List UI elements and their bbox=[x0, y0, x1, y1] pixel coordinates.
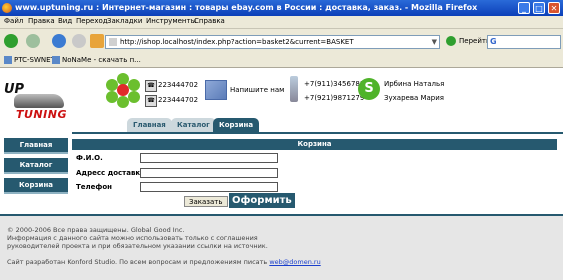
order-button[interactable]: Заказать bbox=[184, 196, 228, 207]
window-title: www.uptuning.ru : Интернет-магазин : тов… bbox=[15, 3, 478, 12]
usage-notice: Информация с данного сайта можно использ… bbox=[7, 234, 258, 242]
bookmark-icon bbox=[52, 56, 60, 64]
checkout-button[interactable]: Оформить bbox=[229, 193, 295, 208]
phone-label: Телефон bbox=[76, 183, 112, 191]
url-dropdown-icon[interactable]: ▼ bbox=[432, 36, 437, 48]
logo-bottom-text: TUNING bbox=[16, 108, 67, 121]
sidebar-item-home[interactable]: Главная bbox=[4, 138, 68, 154]
phone-number: +7(921)9871279 bbox=[304, 94, 365, 102]
phone-number: +7(911)3456781 bbox=[304, 80, 365, 88]
menu-help[interactable]: Справка bbox=[194, 17, 225, 25]
tab-catalog[interactable]: Каталог bbox=[171, 118, 216, 132]
fullname-label: Ф.И.О. bbox=[76, 154, 103, 162]
reload-icon[interactable] bbox=[52, 34, 66, 48]
icq-number: 223444702 bbox=[158, 96, 199, 104]
bookmark-label: NoNaMe - скачать п... bbox=[62, 56, 141, 64]
site-logo[interactable]: UP TUNING bbox=[4, 82, 70, 126]
go-icon bbox=[446, 36, 456, 46]
copyright-text: © 2000-2006 Все права защищены. Global G… bbox=[7, 226, 185, 234]
window-titlebar: www.uptuning.ru : Интернет-магазин : тов… bbox=[0, 0, 563, 16]
stop-icon[interactable] bbox=[72, 34, 86, 48]
sidebar-item-cart[interactable]: Корзина bbox=[4, 178, 68, 194]
icq-number: 223444702 bbox=[158, 81, 199, 89]
menu-bar: Файл Правка Вид Переход Закладки Инструм… bbox=[0, 16, 563, 29]
footer: © 2000-2006 Все права защищены. Global G… bbox=[0, 214, 563, 280]
developer-note: Сайт разработан Konford Studio. По всем … bbox=[7, 258, 321, 266]
google-search-icon: G bbox=[490, 37, 497, 46]
menu-bookmarks[interactable]: Закладки bbox=[107, 17, 142, 25]
sidebar-item-catalog[interactable]: Каталог bbox=[4, 158, 68, 174]
skype-icon[interactable]: S bbox=[358, 78, 380, 100]
bookmark-icon bbox=[4, 56, 12, 64]
car-icon bbox=[14, 94, 64, 108]
sidebar: Главная Каталог Корзина bbox=[4, 138, 68, 198]
tab-underline bbox=[72, 132, 563, 134]
menu-edit[interactable]: Правка bbox=[28, 17, 55, 25]
back-icon[interactable] bbox=[4, 34, 18, 48]
bookmarks-bar: PTC-SWNET NoNaMe - скачать п... bbox=[0, 55, 563, 68]
contact-name: Ирбина Наталья bbox=[384, 80, 445, 88]
menu-tools[interactable]: Инструменты bbox=[146, 17, 196, 25]
icq-flower-icon bbox=[106, 73, 140, 108]
menu-view[interactable]: Вид bbox=[58, 17, 72, 25]
address-input[interactable] bbox=[140, 168, 278, 178]
icq-contact-icon: ☎ bbox=[145, 80, 157, 92]
menu-file[interactable]: Файл bbox=[4, 17, 23, 25]
bookmark-label: PTC-SWNET bbox=[14, 56, 55, 64]
maximize-button[interactable]: □ bbox=[533, 2, 545, 14]
phone-input[interactable] bbox=[140, 182, 278, 192]
developer-text: Сайт разработан Konford Studio. По всем … bbox=[7, 258, 268, 266]
menu-go[interactable]: Переход bbox=[76, 17, 108, 25]
forward-icon[interactable] bbox=[26, 34, 40, 48]
firefox-icon bbox=[2, 3, 12, 13]
write-us-link[interactable]: Напишите нам bbox=[230, 86, 284, 94]
fullname-input[interactable] bbox=[140, 153, 278, 163]
bookmark-item[interactable]: PTC-SWNET bbox=[4, 56, 55, 64]
envelope-icon[interactable] bbox=[205, 80, 227, 100]
close-button[interactable]: ✕ bbox=[548, 2, 560, 14]
email-link[interactable]: web@domen.ru bbox=[269, 258, 320, 266]
cart-panel-title: Корзина bbox=[72, 139, 557, 150]
usage-notice: руководителей проекта и при обязательном… bbox=[7, 242, 268, 250]
home-icon[interactable] bbox=[90, 34, 104, 48]
tab-home[interactable]: Главная bbox=[127, 118, 172, 132]
url-bar[interactable]: http://ishop.localhost/index.php?action=… bbox=[105, 35, 440, 49]
go-button[interactable]: Перейти bbox=[446, 36, 491, 46]
bookmark-item[interactable]: NoNaMe - скачать п... bbox=[52, 56, 141, 64]
tab-cart[interactable]: Корзина bbox=[213, 118, 260, 132]
go-label: Перейти bbox=[459, 37, 491, 45]
url-text: http://ishop.localhost/index.php?action=… bbox=[120, 38, 354, 46]
search-box[interactable]: G bbox=[487, 35, 561, 49]
page-content: UP TUNING ☎ 223444702 ☎ 223444702 Напиши… bbox=[0, 68, 563, 280]
address-label: Адресс доставки bbox=[76, 169, 146, 177]
page-favicon-icon bbox=[109, 38, 117, 46]
icq-contact-icon: ☎ bbox=[145, 95, 157, 107]
contact-name: Зухарева Мария bbox=[384, 94, 444, 102]
mobile-phone-icon bbox=[290, 76, 298, 102]
minimize-button[interactable]: _ bbox=[518, 2, 530, 14]
navigation-toolbar: http://ishop.localhost/index.php?action=… bbox=[0, 29, 563, 56]
